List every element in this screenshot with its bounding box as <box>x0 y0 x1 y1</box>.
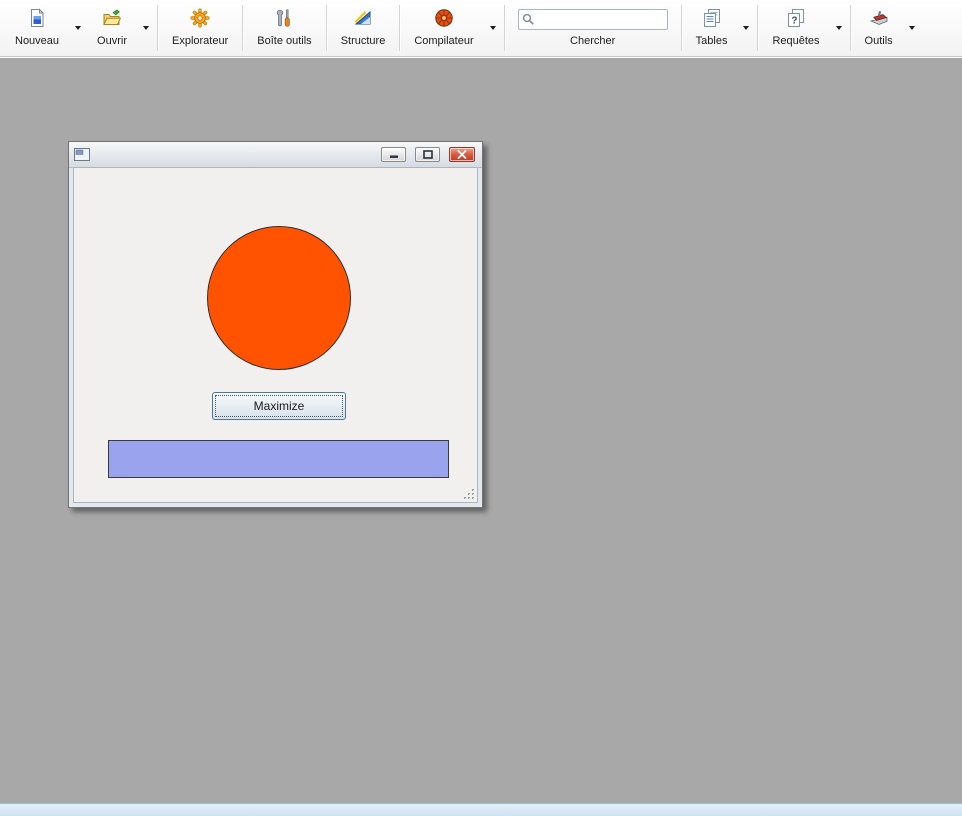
purple-panel <box>108 440 449 478</box>
form-client-area: Maximize <box>73 167 478 503</box>
requetes-dropdown-arrow[interactable] <box>831 0 847 56</box>
toolbar-separator <box>399 5 400 51</box>
toolbar-separator <box>850 5 851 51</box>
toolbar-separator <box>326 5 327 51</box>
window-controls <box>381 147 475 162</box>
chevron-down-icon <box>143 26 149 30</box>
toolbar-label-structure: Structure <box>341 35 386 47</box>
toolbar-label-explorateur: Explorateur <box>172 35 228 47</box>
compilateur-dropdown-arrow[interactable] <box>485 0 501 56</box>
toolbar-label-nouveau: Nouveau <box>15 35 59 47</box>
tables-icon <box>701 7 723 29</box>
desktop-area: Maximize <box>0 58 962 803</box>
toolbar-button-explorateur[interactable]: Explorateur <box>161 0 239 56</box>
new-document-icon <box>26 7 48 29</box>
search-box <box>518 9 668 30</box>
toolbar-label-boite-outils: Boîte outils <box>257 35 311 47</box>
search-input[interactable] <box>518 9 668 30</box>
nouveau-dropdown-arrow[interactable] <box>70 0 86 56</box>
toolbar-label-ouvrir: Ouvrir <box>97 35 127 47</box>
toolbar-separator <box>681 5 682 51</box>
chevron-down-icon <box>743 26 749 30</box>
chevron-down-icon <box>909 26 915 30</box>
window-icon <box>74 148 90 161</box>
toolbar-button-ouvrir[interactable]: Ouvrir <box>86 0 138 56</box>
maximize-icon <box>423 150 433 159</box>
application-window: Nouveau Ouvrir <box>0 0 962 816</box>
toolbar: Nouveau Ouvrir <box>0 0 962 57</box>
toolbar-separator <box>157 5 158 51</box>
close-button[interactable] <box>449 147 475 162</box>
toolbar-separator <box>504 5 505 51</box>
outils-dropdown-arrow[interactable] <box>904 0 920 56</box>
toolbar-button-tables[interactable]: Tables <box>685 0 739 56</box>
maximize-window-button[interactable] <box>415 147 440 162</box>
resize-grip[interactable] <box>463 488 476 501</box>
toolbar-button-compilateur[interactable]: Compilateur <box>403 0 484 56</box>
close-icon <box>457 150 467 159</box>
toolbar-button-nouveau[interactable]: Nouveau <box>4 0 70 56</box>
toolbar-button-requetes[interactable]: ? Requêtes <box>761 0 830 56</box>
tables-dropdown-arrow[interactable] <box>738 0 754 56</box>
orange-circle-shape <box>207 226 351 370</box>
toolbar-label-compilateur: Compilateur <box>414 35 473 47</box>
minimize-icon <box>389 150 399 159</box>
toolbar-separator <box>242 5 243 51</box>
compiler-icon <box>433 7 455 29</box>
svg-text:?: ? <box>791 16 797 27</box>
maximize-button[interactable]: Maximize <box>212 392 346 420</box>
toolbar-label-outils: Outils <box>865 35 893 47</box>
form-window: Maximize <box>68 141 483 508</box>
search-label: Chercher <box>570 35 615 47</box>
horizontal-scrollbar-track[interactable] <box>0 803 962 816</box>
toolbar-separator <box>757 5 758 51</box>
search-group: Chercher <box>508 0 678 56</box>
toolbox-icon <box>273 7 295 29</box>
toolbar-button-outils[interactable]: Outils <box>854 0 904 56</box>
ouvrir-dropdown-arrow[interactable] <box>138 0 154 56</box>
queries-icon: ? <box>785 7 807 29</box>
toolbar-button-structure[interactable]: Structure <box>330 0 397 56</box>
toolbar-label-tables: Tables <box>696 35 728 47</box>
chevron-down-icon <box>75 26 81 30</box>
minimize-button[interactable] <box>381 147 406 162</box>
gear-icon <box>189 7 211 29</box>
toolbar-button-boite-outils[interactable]: Boîte outils <box>246 0 322 56</box>
structure-icon <box>352 7 374 29</box>
plane-tool-icon <box>868 7 890 29</box>
open-folder-icon <box>101 7 123 29</box>
toolbar-label-requetes: Requêtes <box>772 35 819 47</box>
chevron-down-icon <box>490 26 496 30</box>
chevron-down-icon <box>836 26 842 30</box>
form-window-titlebar[interactable] <box>69 142 482 168</box>
